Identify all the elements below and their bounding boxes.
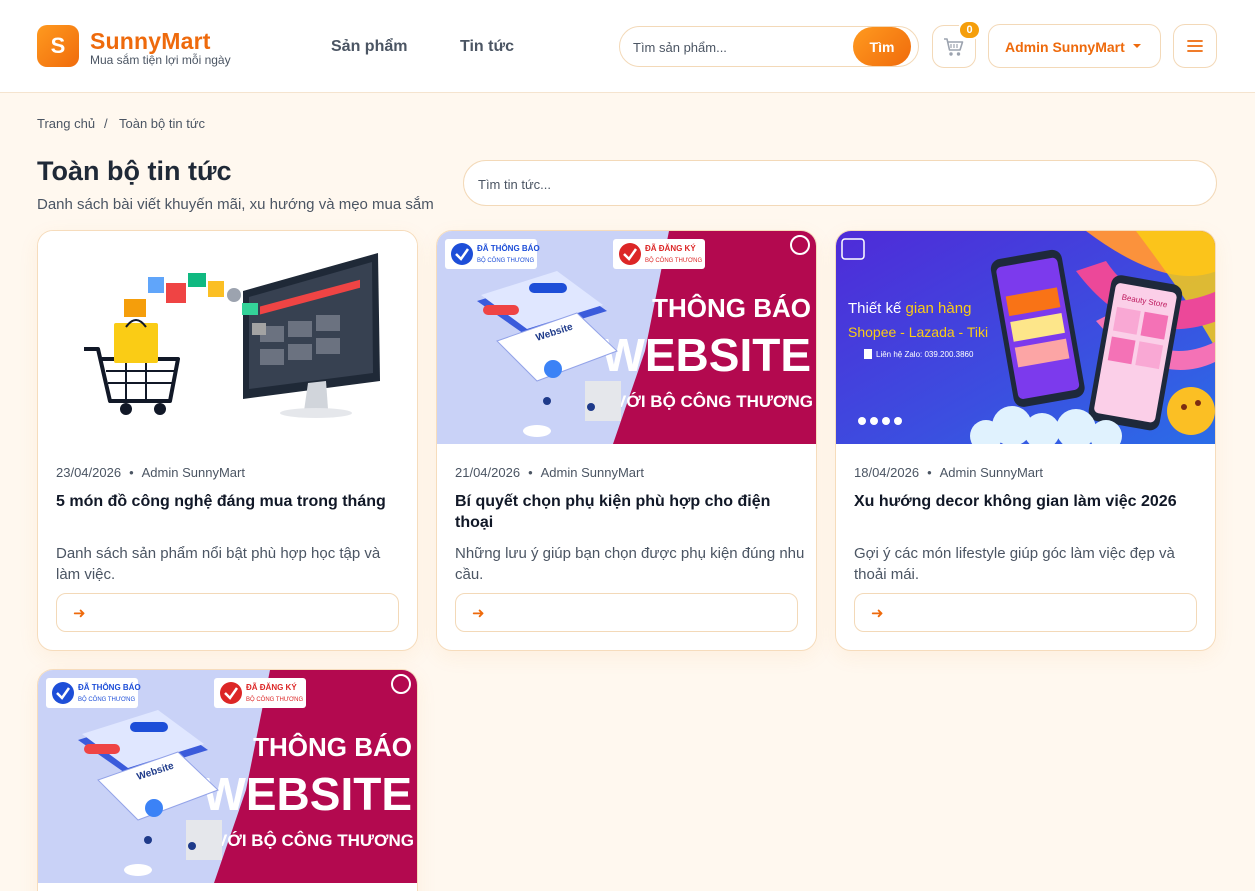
registered-badge-text: ĐÃ ĐĂNG KÝ [645, 244, 696, 253]
logo-icon[interactable]: S [37, 25, 79, 67]
article-card[interactable]: ĐÃ THÔNG BÁO BỘ CÔNG THƯƠNG ĐÃ ĐĂNG KÝ B… [37, 669, 418, 891]
article-meta: 23/04/2026 • Admin SunnyMart [56, 465, 245, 480]
hamburger-icon [1187, 40, 1203, 52]
notice-badge-subtext: BỘ CÔNG THƯƠNG [477, 257, 534, 264]
article-author: Admin SunnyMart [540, 465, 644, 480]
website-notice-banner: ĐÃ THÔNG BÁO BỘ CÔNG THƯƠNG ĐÃ ĐĂNG KÝ B… [437, 231, 816, 444]
article-description: Danh sách sản phẩm nổi bật phù hợp học t… [56, 545, 381, 583]
arrow-right-icon: ➜ [472, 604, 485, 622]
article-title[interactable]: Bí quyết chọn phụ kiện phù hợp cho điện … [455, 491, 800, 533]
user-menu-button[interactable]: Admin SunnyMart [988, 24, 1161, 68]
read-more-button[interactable]: ➜ [455, 593, 798, 632]
banner-heading-a: Thiết kế [848, 300, 906, 317]
article-meta: 18/04/2026 • Admin SunnyMart [854, 465, 1043, 480]
breadcrumb-home[interactable]: Trang chủ [37, 116, 95, 131]
notice-badge-text: ĐÃ THÔNG BÁO [477, 244, 540, 253]
article-description: Gợi ý các món lifestyle giúp góc làm việ… [854, 545, 1175, 583]
article-card[interactable]: ĐÃ THÔNG BÁO BỘ CÔNG THƯƠNG ĐÃ ĐĂNG KÝ B… [436, 230, 817, 651]
article-image[interactable]: ĐÃ THÔNG BÁO BỘ CÔNG THƯƠNG ĐÃ ĐĂNG KÝ B… [437, 231, 816, 444]
meta-separator: • [528, 465, 533, 480]
search-button[interactable]: Tìm [853, 27, 911, 66]
registered-badge-text: ĐÃ ĐĂNG KÝ [246, 683, 297, 692]
cart-count-badge: 0 [958, 20, 981, 40]
site-header: S SunnyMart Mua sắm tiện lợi mỗi ngày Sả… [0, 0, 1255, 93]
article-image[interactable]: ĐÃ THÔNG BÁO BỘ CÔNG THƯƠNG ĐÃ ĐĂNG KÝ B… [38, 670, 417, 883]
article-description: Những lưu ý giúp bạn chọn được phụ kiện … [455, 545, 805, 583]
article-date: 21/04/2026 [455, 465, 521, 480]
banner-line-2: WEBSITE [601, 329, 811, 381]
product-search-input[interactable] [633, 38, 848, 56]
breadcrumb-separator: / [104, 116, 108, 131]
article-title[interactable]: 5 món đồ công nghệ đáng mua trong tháng [56, 491, 401, 512]
shopping-cart-computer-illustration [84, 253, 380, 418]
banner-line-1: THÔNG BÁO [253, 732, 412, 762]
banner-contact: Liên hệ Zalo: 039.200.3860 [876, 350, 974, 359]
arrow-right-icon: ➜ [73, 604, 86, 622]
article-title[interactable]: Xu hướng decor không gian làm việc 2026 [854, 491, 1199, 512]
article-card[interactable]: Thiết kế gian hàng Shopee - Lazada - Tik… [835, 230, 1216, 651]
brand-tagline: Mua sắm tiện lợi mỗi ngày [90, 53, 231, 67]
breadcrumb-current: Toàn bộ tin tức [119, 116, 206, 131]
page-subtitle: Danh sách bài viết khuyến mãi, xu hướng … [37, 196, 434, 213]
nav-news[interactable]: Tin tức [460, 38, 514, 56]
banner-line-1: THÔNG BÁO [652, 293, 811, 323]
news-search-box [463, 160, 1217, 206]
page-title: Toàn bộ tin tức [37, 156, 232, 186]
article-card[interactable]: 23/04/2026 • Admin SunnyMart 5 món đồ công… [37, 230, 418, 651]
caret-down-icon [1133, 44, 1141, 48]
user-name: Admin SunnyMart [1005, 39, 1125, 55]
article-date: 23/04/2026 [56, 465, 122, 480]
registered-badge-subtext: BỘ CÔNG THƯƠNG [645, 257, 702, 264]
notice-badge-subtext: BỘ CÔNG THƯƠNG [78, 696, 135, 703]
notice-badge-text: ĐÃ THÔNG BÁO [78, 683, 141, 692]
cart-icon [944, 37, 964, 56]
read-more-button[interactable]: ➜ [854, 593, 1197, 632]
hamburger-menu-button[interactable] [1173, 24, 1217, 68]
article-meta: 21/04/2026 • Admin SunnyMart [455, 465, 644, 480]
read-more-button[interactable]: ➜ [56, 593, 399, 632]
registered-badge-subtext: BỘ CÔNG THƯƠNG [246, 696, 303, 703]
nav-products[interactable]: Sản phẩm [331, 38, 407, 56]
banner-platforms: Shopee - Lazada - Tiki [848, 324, 988, 340]
website-notice-banner: ĐÃ THÔNG BÁO BỘ CÔNG THƯƠNG ĐÃ ĐĂNG KÝ B… [38, 670, 417, 883]
svg-text:Thiết kế gian hàng: Thiết kế gian hàng [848, 300, 971, 317]
meta-separator: • [927, 465, 932, 480]
arrow-right-icon: ➜ [871, 604, 884, 622]
article-date: 18/04/2026 [854, 465, 920, 480]
article-image[interactable] [38, 231, 417, 444]
article-author: Admin SunnyMart [939, 465, 1043, 480]
shop-design-banner: Thiết kế gian hàng Shopee - Lazada - Tik… [836, 231, 1215, 444]
banner-line-3: VỚI BỘ CÔNG THƯƠNG [216, 831, 414, 850]
banner-heading-b: gian hàng [906, 300, 972, 317]
brand-name[interactable]: SunnyMart [90, 28, 211, 55]
banner-line-3: VỚI BỘ CÔNG THƯƠNG [615, 392, 813, 411]
banner-line-2: WEBSITE [202, 768, 412, 820]
article-image[interactable]: Thiết kế gian hàng Shopee - Lazada - Tik… [836, 231, 1215, 444]
news-search-input[interactable] [478, 175, 1178, 193]
article-author: Admin SunnyMart [141, 465, 245, 480]
meta-separator: • [129, 465, 134, 480]
